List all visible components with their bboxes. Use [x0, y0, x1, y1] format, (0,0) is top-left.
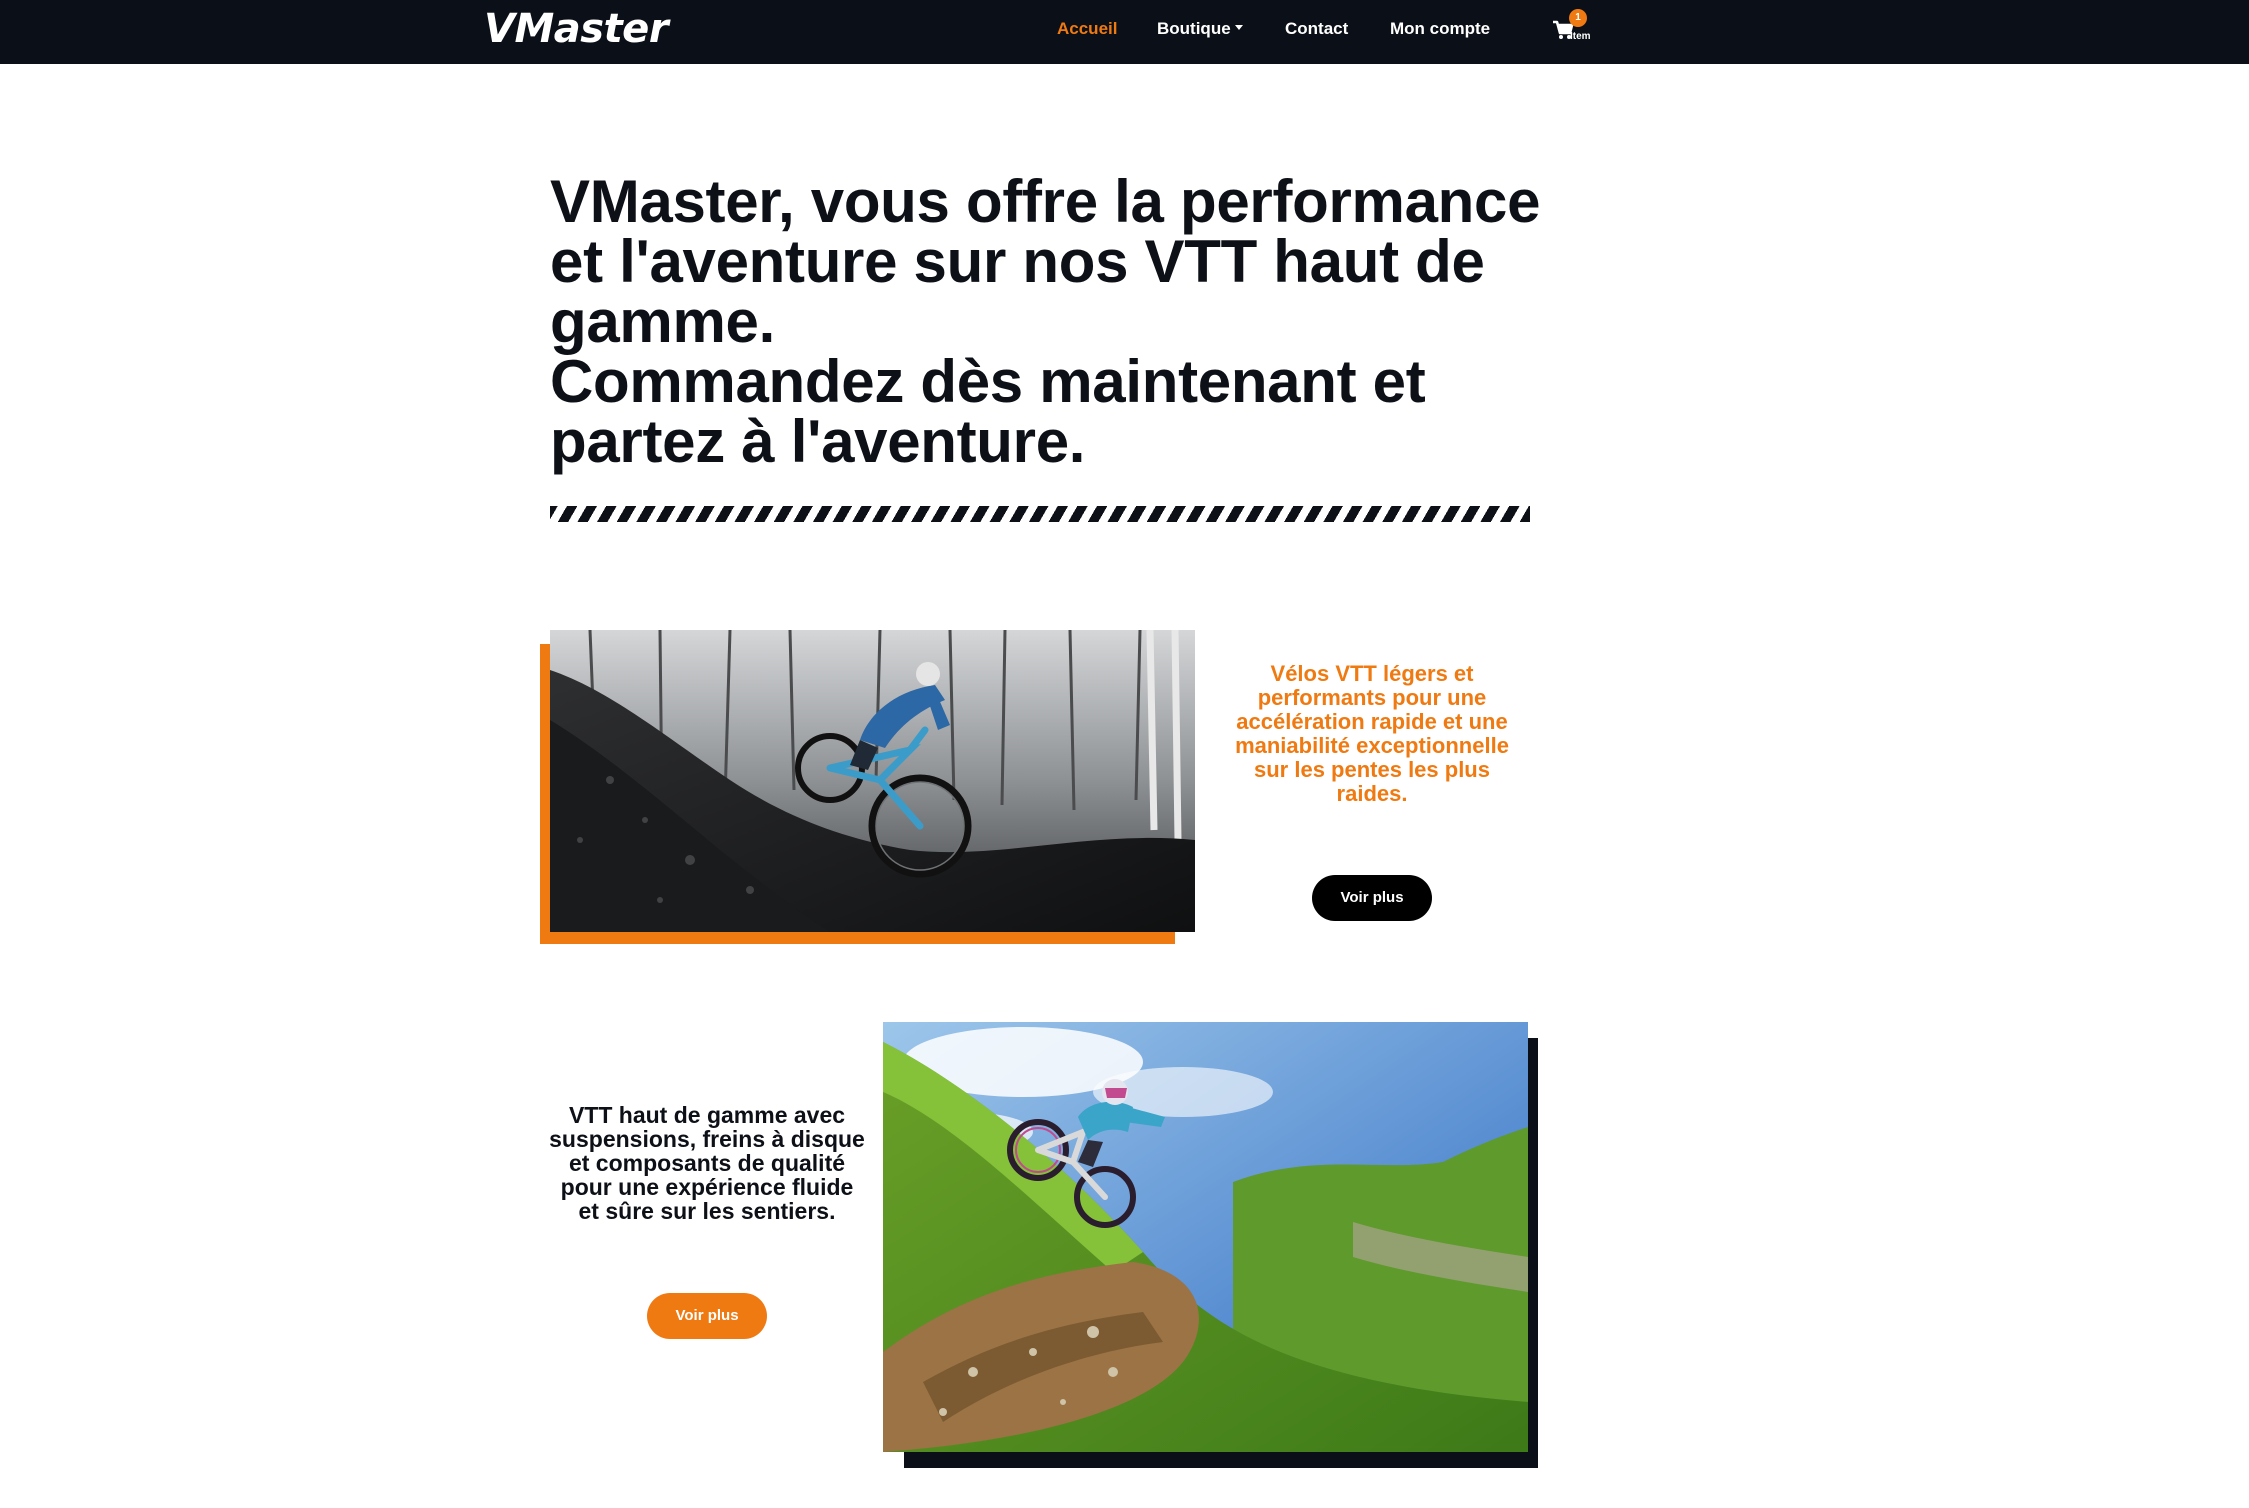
striped-divider [550, 506, 1530, 522]
hero-title-line: gamme. [550, 288, 775, 355]
cart-count-badge: 1 [1569, 9, 1587, 27]
nav-account[interactable]: Mon compte [1390, 19, 1490, 39]
nav-shop-dropdown[interactable]: Boutique [1157, 19, 1243, 39]
hero-title-line: et l'aventure sur nos VTT haut de [550, 228, 1485, 295]
hero-title-line: VMaster, vous offre la performance [550, 168, 1541, 235]
forest-rider-image [550, 630, 1195, 932]
nav-shop-label: Boutique [1157, 19, 1231, 38]
caret-down-icon [1234, 25, 1243, 31]
navbar: VMaster Accueil Boutique Contact Mon com… [0, 0, 2249, 64]
nav-contact[interactable]: Contact [1285, 19, 1348, 39]
see-more-button[interactable]: Voir plus [1312, 875, 1432, 921]
feature-text: VTT haut de gamme avec suspensions, frei… [549, 1102, 865, 1224]
cart-button[interactable]: 1 Item [1552, 9, 1596, 46]
hero-title: VMaster, vous offre la performance et l'… [550, 172, 1560, 472]
see-more-button[interactable]: Voir plus [647, 1293, 767, 1339]
hero-title-line: Commandez dès maintenant et [550, 348, 1426, 415]
feature-text: Vélos VTT légers et performants pour une… [1235, 661, 1509, 806]
cart-label: Item [1570, 31, 1591, 42]
nav-home[interactable]: Accueil [1057, 19, 1117, 39]
hero-title-line: partez à l'aventure. [550, 408, 1086, 475]
brand-logo[interactable]: VMaster [484, 6, 669, 52]
mountain-jump-image [883, 1022, 1528, 1452]
